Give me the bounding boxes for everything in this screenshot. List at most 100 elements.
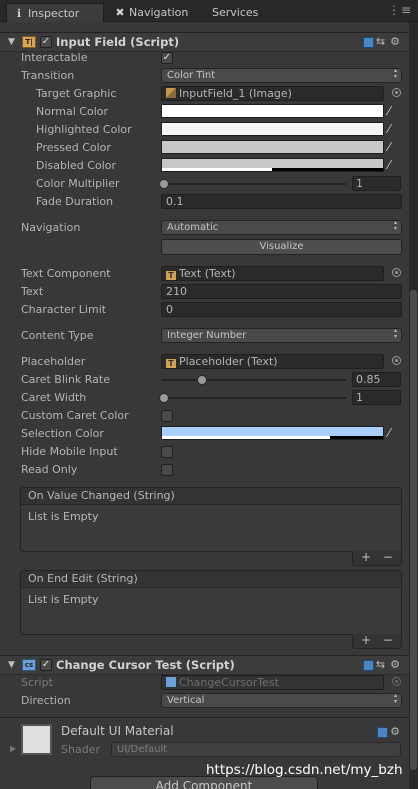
target-graphic-field[interactable]: InputField_1 (Image) bbox=[161, 86, 384, 101]
object-picker-icon[interactable] bbox=[392, 356, 401, 365]
image-icon bbox=[166, 88, 176, 98]
row-hide-mobile-input: Hide Mobile Input bbox=[0, 443, 409, 461]
event-add-remove-buttons[interactable]: + − bbox=[352, 634, 402, 649]
row-content-type: Content Type Integer Number bbox=[0, 327, 409, 345]
row-text: Text 210 bbox=[0, 283, 409, 301]
script-component-icon: cs bbox=[22, 659, 36, 671]
text-component-field[interactable]: T Text (Text) bbox=[161, 266, 384, 281]
eyedropper-icon[interactable]: ⁄ bbox=[388, 159, 400, 171]
hide-mobile-input-checkbox[interactable] bbox=[161, 446, 173, 458]
color-multiplier-slider[interactable] bbox=[159, 179, 346, 189]
interactable-checkbox[interactable]: ✓ bbox=[161, 52, 173, 64]
alpha-bar-remaining bbox=[330, 436, 383, 439]
row-pressed-color: Pressed Color ⁄ bbox=[0, 139, 409, 157]
tab-menu-icon[interactable]: ⋮≡ bbox=[388, 3, 412, 17]
row-placeholder: Placeholder T Placeholder (Text) bbox=[0, 353, 409, 371]
foldout-icon[interactable]: ▼ bbox=[8, 37, 15, 47]
help-book-icon[interactable] bbox=[362, 659, 374, 671]
object-picker-icon bbox=[392, 677, 401, 686]
caret-width-slider[interactable] bbox=[159, 393, 346, 403]
custom-caret-color-checkbox[interactable] bbox=[161, 410, 173, 422]
settings-gear-icon[interactable]: ⚙ bbox=[390, 35, 405, 48]
row-disabled-color: Disabled Color ⁄ bbox=[0, 157, 409, 175]
pressed-color-field[interactable] bbox=[161, 140, 384, 154]
row-selection-color: Selection Color ⁄ bbox=[0, 425, 409, 443]
slider-knob[interactable] bbox=[159, 179, 169, 189]
read-only-checkbox[interactable] bbox=[161, 464, 173, 476]
object-picker-icon[interactable] bbox=[392, 268, 401, 277]
tab-services[interactable]: Services bbox=[212, 3, 258, 22]
event-list: List is Empty bbox=[28, 593, 99, 606]
navigation-icon: ✖ bbox=[115, 6, 125, 19]
transition-dropdown[interactable]: Color Tint bbox=[161, 68, 402, 83]
row-custom-caret-color: Custom Caret Color bbox=[0, 407, 409, 425]
text-field[interactable]: 210 bbox=[161, 284, 402, 299]
caret-width-value[interactable]: 1 bbox=[352, 390, 401, 405]
caret-blink-rate-value[interactable]: 0.85 bbox=[352, 372, 401, 387]
placeholder-field[interactable]: T Placeholder (Text) bbox=[161, 354, 384, 369]
row-normal-color: Normal Color ⁄ bbox=[0, 103, 409, 121]
settings-gear-icon[interactable]: ⚙ bbox=[390, 725, 405, 738]
script-field: ChangeCursorTest bbox=[161, 675, 384, 690]
help-book-icon[interactable] bbox=[362, 36, 374, 48]
change-cursor-enabled-checkbox[interactable]: ✓ bbox=[40, 659, 52, 671]
row-character-limit: Character Limit 0 bbox=[0, 301, 409, 319]
alpha-bar-remaining bbox=[272, 168, 383, 171]
shader-dropdown[interactable]: UI/Default bbox=[111, 742, 401, 757]
event-add-remove-buttons[interactable]: + − bbox=[352, 551, 402, 566]
text-icon: T bbox=[166, 271, 176, 280]
caret-blink-rate-slider[interactable] bbox=[161, 375, 346, 385]
eyedropper-icon[interactable]: ⁄ bbox=[388, 427, 400, 439]
row-visualize: Visualize bbox=[0, 238, 409, 256]
settings-gear-icon[interactable]: ⚙ bbox=[390, 658, 405, 671]
component-title: Input Field (Script) bbox=[56, 35, 180, 49]
foldout-icon[interactable]: ▼ bbox=[8, 660, 15, 670]
preset-icon[interactable]: ⇆ bbox=[376, 658, 390, 671]
row-script: Script ChangeCursorTest bbox=[0, 674, 409, 692]
object-picker-icon[interactable] bbox=[392, 88, 401, 97]
eyedropper-icon[interactable]: ⁄ bbox=[388, 105, 400, 117]
inspector-content: ▼ T| ✓ Input Field (Script) ⇆⚙ Interacta… bbox=[0, 22, 409, 789]
text-icon: T bbox=[166, 359, 176, 368]
foldout-icon[interactable]: ▶ bbox=[10, 744, 16, 753]
row-interactable: Interactable ✓ bbox=[21, 51, 173, 64]
info-icon: ℹ bbox=[16, 7, 22, 20]
on-value-changed-event: On Value Changed (String) List is Empty … bbox=[20, 487, 402, 566]
input-field-component-icon: T| bbox=[22, 36, 36, 48]
fade-duration-field[interactable]: 0.1 bbox=[161, 194, 402, 209]
color-multiplier-value[interactable]: 1 bbox=[352, 176, 401, 191]
script-icon bbox=[166, 677, 176, 687]
row-read-only: Read Only bbox=[0, 461, 409, 479]
shader-label: Shader bbox=[61, 743, 100, 756]
eyedropper-icon[interactable]: ⁄ bbox=[388, 141, 400, 153]
row-text-component: Text Component T Text (Text) bbox=[0, 265, 409, 283]
slider-knob[interactable] bbox=[159, 393, 169, 403]
event-header: On End Edit (String) bbox=[21, 571, 401, 588]
visualize-button[interactable]: Visualize bbox=[161, 239, 402, 255]
normal-color-field[interactable] bbox=[161, 104, 384, 118]
event-list: List is Empty bbox=[28, 510, 99, 523]
scrollbar[interactable] bbox=[409, 22, 418, 789]
help-book-icon[interactable] bbox=[377, 726, 389, 738]
alpha-bar bbox=[162, 436, 330, 439]
preset-icon[interactable]: ⇆ bbox=[376, 35, 390, 48]
slider-knob[interactable] bbox=[197, 375, 207, 385]
tab-navigation[interactable]: ✖ Navigation bbox=[114, 3, 188, 22]
row-target-graphic: Target Graphic InputField_1 (Image) bbox=[0, 85, 409, 103]
material-preview[interactable] bbox=[21, 724, 52, 755]
navigation-dropdown[interactable]: Automatic bbox=[161, 220, 402, 235]
character-limit-field[interactable]: 0 bbox=[161, 302, 402, 317]
material-section: ▶ Default UI Material ⚙ Shader UI/Defaul… bbox=[0, 717, 409, 767]
tab-inspector[interactable]: ℹ Inspector bbox=[6, 3, 104, 22]
scrollbar-thumb[interactable] bbox=[410, 290, 417, 770]
input-field-enabled-checkbox[interactable]: ✓ bbox=[40, 36, 52, 48]
highlighted-color-field[interactable] bbox=[161, 122, 384, 136]
eyedropper-icon[interactable]: ⁄ bbox=[388, 123, 400, 135]
change-cursor-header[interactable]: ▼ cs ✓ Change Cursor Test (Script) ⇆⚙ bbox=[0, 655, 409, 675]
on-end-edit-event: On End Edit (String) List is Empty + − bbox=[20, 570, 402, 649]
selection-color-field[interactable] bbox=[161, 426, 384, 440]
direction-dropdown[interactable]: Vertical bbox=[161, 693, 402, 708]
row-caret-blink-rate: Caret Blink Rate 0.85 bbox=[0, 371, 409, 389]
content-type-dropdown[interactable]: Integer Number bbox=[161, 328, 402, 343]
disabled-color-field[interactable] bbox=[161, 158, 384, 172]
